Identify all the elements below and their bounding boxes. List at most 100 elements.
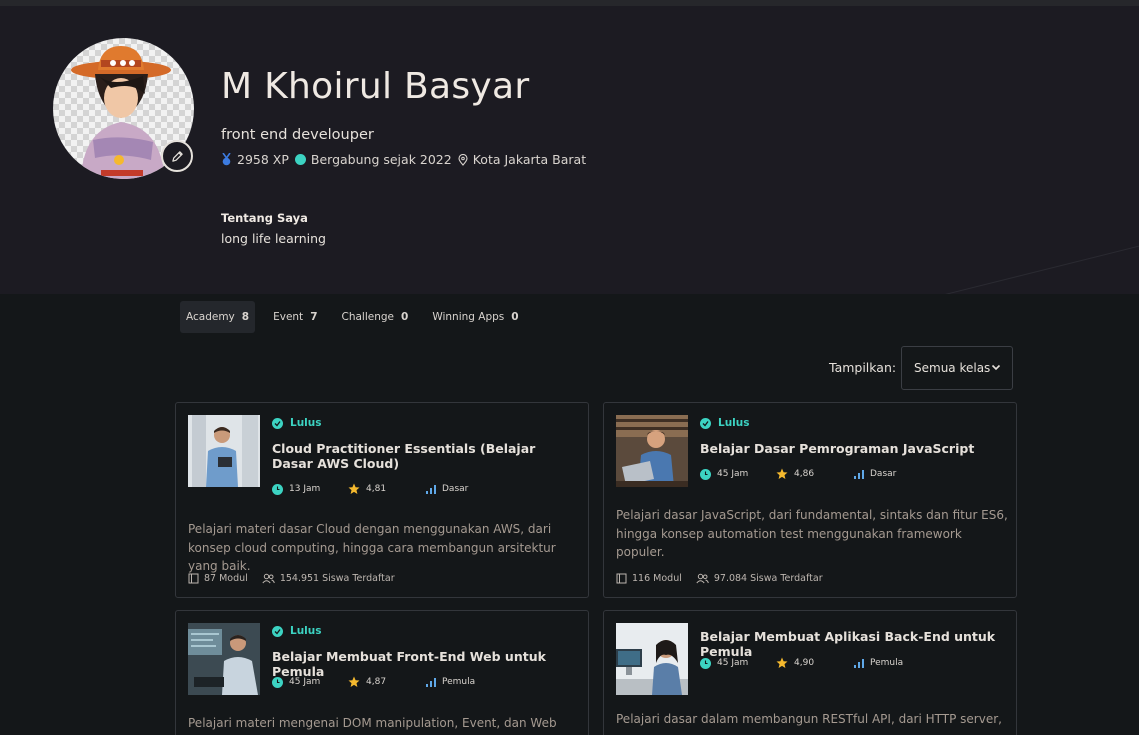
- level-text: Pemula: [870, 658, 904, 668]
- clock-icon: [272, 676, 283, 688]
- filter-label: Tampilkan:: [829, 360, 897, 375]
- students-text: 97.084 Siswa Terdaftar: [713, 573, 823, 584]
- location-text: Kota Jakarta Barat: [472, 152, 587, 167]
- profile-name: M Khoirul Basyar: [221, 66, 530, 107]
- book-icon: [616, 573, 627, 584]
- about-text: long life learning: [221, 231, 326, 246]
- status-badge: Lulus: [700, 417, 750, 429]
- course-card[interactable]: Lulus Cloud Practitioner Essentials (Bel…: [175, 402, 589, 598]
- modules-info: 87 Modul: [188, 573, 248, 584]
- course-card[interactable]: Lulus Belajar Membuat Front-End Web untu…: [175, 610, 589, 735]
- course-footer: 87 Modul 154.951 Siswa Terdaftar: [188, 573, 409, 584]
- course-thumbnail: [188, 623, 260, 695]
- duration-text: 45 Jam: [717, 469, 749, 479]
- rating-stat: 4,86: [776, 468, 854, 480]
- course-title[interactable]: Belajar Membuat Aplikasi Back-End untuk …: [700, 629, 1000, 659]
- duration-text: 45 Jam: [289, 677, 321, 687]
- book-icon: [188, 573, 199, 584]
- tab-label: Challenge: [341, 311, 395, 323]
- filter-value: Semua kelas: [914, 361, 991, 375]
- star-icon: [776, 468, 788, 479]
- profile-title: front end develouper: [221, 127, 374, 143]
- course-title[interactable]: Cloud Practitioner Essentials (Belajar D…: [272, 441, 572, 471]
- status-text: Lulus: [290, 625, 322, 637]
- clock-icon: [700, 468, 711, 480]
- course-title[interactable]: Belajar Dasar Pemrograman JavaScript: [700, 441, 1000, 456]
- tab-count: 8: [241, 311, 250, 323]
- clock-icon: [700, 657, 711, 669]
- status-badge: Lulus: [272, 625, 322, 637]
- xp-info: 2958 XP: [221, 152, 289, 167]
- users-icon: [262, 573, 275, 584]
- edit-avatar-button[interactable]: [161, 140, 193, 172]
- rating-stat: 4,81: [348, 483, 426, 495]
- tab-winning-apps[interactable]: Winning Apps 0: [426, 301, 524, 333]
- status-text: Lulus: [290, 417, 322, 429]
- course-stats: 45 Jam 4,90 Pemula: [700, 657, 903, 669]
- tab-count: 7: [310, 311, 318, 323]
- tab-count: 0: [511, 311, 519, 323]
- star-icon: [348, 676, 360, 687]
- students-text: 154.951 Siswa Terdaftar: [279, 573, 395, 584]
- students-info: 154.951 Siswa Terdaftar: [262, 573, 395, 584]
- users-icon: [696, 573, 709, 584]
- level-bars-icon: [854, 469, 864, 479]
- course-footer: 116 Modul 97.084 Siswa Terdaftar: [616, 573, 837, 584]
- modules-info: 116 Modul: [616, 573, 682, 584]
- joined-dot-icon: [294, 154, 306, 165]
- pencil-icon: [171, 150, 183, 162]
- level-bars-icon: [854, 658, 864, 668]
- tab-label: Winning Apps: [432, 311, 505, 323]
- rating-stat: 4,87: [348, 676, 426, 688]
- level-text: Dasar: [870, 469, 897, 479]
- course-thumbnail: [616, 623, 688, 695]
- level-stat: Pemula: [426, 677, 475, 687]
- tab-challenge[interactable]: Challenge 0: [336, 301, 415, 333]
- rating-text: 4,90: [794, 658, 815, 668]
- class-filter-select[interactable]: Semua kelas: [901, 346, 1013, 390]
- course-card[interactable]: Belajar Membuat Aplikasi Back-End untuk …: [603, 610, 1017, 735]
- course-description: Pelajari dasar JavaScript, dari fundamen…: [616, 508, 1008, 559]
- course-stats: 13 Jam 4,81 Dasar: [272, 483, 468, 495]
- duration-stat: 45 Jam: [272, 676, 348, 688]
- modules-text: 87 Modul: [204, 573, 248, 584]
- status-badge: Lulus: [272, 417, 322, 429]
- course-card[interactable]: Lulus Belajar Dasar Pemrograman JavaScri…: [603, 402, 1017, 598]
- level-bars-icon: [426, 677, 436, 687]
- course-stats: 45 Jam 4,87 Pemula: [272, 676, 475, 688]
- level-bars-icon: [426, 484, 436, 494]
- level-stat: Dasar: [426, 484, 468, 494]
- students-info: 97.084 Siswa Terdaftar: [696, 573, 823, 584]
- course-description: Pelajari materi dasar Cloud dengan mengg…: [188, 522, 556, 573]
- joined-text: Bergabung sejak 2022: [310, 152, 452, 167]
- check-circle-icon: [700, 417, 711, 429]
- rating-text: 4,87: [366, 677, 387, 687]
- tab-label: Academy: [186, 311, 235, 323]
- xp-value: 2958 XP: [237, 152, 289, 167]
- course-description: Pelajari dasar dalam membangun RESTful A…: [616, 712, 1002, 726]
- modules-text: 116 Modul: [632, 573, 682, 584]
- level-text: Pemula: [442, 677, 476, 687]
- duration-stat: 13 Jam: [272, 483, 348, 495]
- course-title[interactable]: Belajar Membuat Front-End Web untuk Pemu…: [272, 649, 572, 679]
- level-text: Dasar: [442, 484, 469, 494]
- tab-academy[interactable]: Academy 8: [180, 301, 256, 333]
- profile-tabs: Academy 8 Event 7 Challenge 0 Winning Apps 0: [180, 301, 537, 333]
- rating-text: 4,86: [794, 469, 815, 479]
- check-circle-icon: [272, 625, 283, 637]
- course-stats: 45 Jam 4,86 Dasar: [700, 468, 896, 480]
- tab-label: Event: [273, 311, 304, 323]
- chevron-down-icon: [991, 364, 1001, 371]
- tab-event[interactable]: Event 7: [267, 301, 323, 333]
- tab-count: 0: [401, 311, 409, 323]
- status-text: Lulus: [718, 417, 750, 429]
- duration-stat: 45 Jam: [700, 657, 776, 669]
- duration-stat: 45 Jam: [700, 468, 776, 480]
- level-stat: Pemula: [854, 658, 903, 668]
- rating-text: 4,81: [366, 484, 387, 494]
- medal-icon: [222, 153, 231, 166]
- course-thumbnail: [616, 415, 688, 487]
- location-info: Kota Jakarta Barat: [458, 152, 586, 167]
- joined-info: Bergabung sejak 2022: [294, 152, 452, 167]
- clock-icon: [272, 483, 283, 495]
